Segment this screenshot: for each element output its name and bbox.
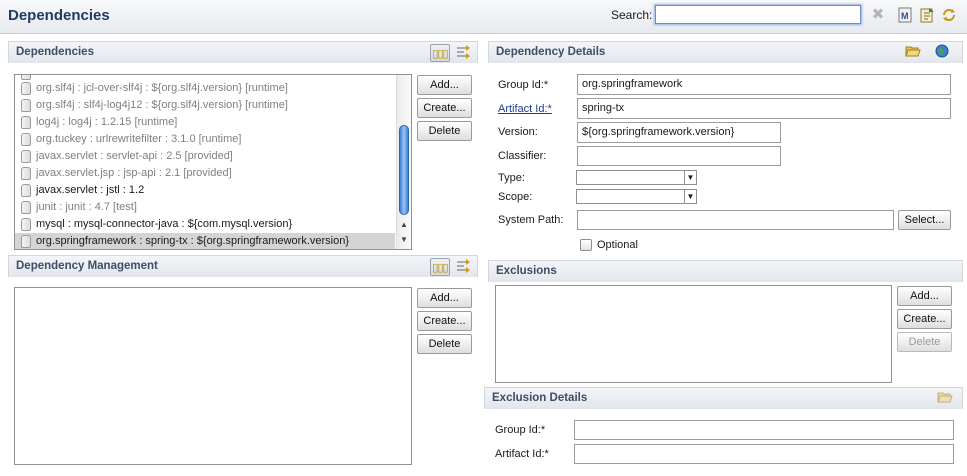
svg-text:M: M [901,11,909,21]
exclusion-group-id-field[interactable] [574,420,954,440]
dependencies-delete-button[interactable]: Delete [417,121,472,141]
exclusions-add-button[interactable]: Add... [897,286,952,306]
scope-label: Scope: [498,191,533,203]
list-item-label: org.slf4j : jcl-over-slf4j : ${org.slf4j… [36,82,288,94]
version-label: Version: [498,126,538,138]
version-field[interactable]: ${org.springframework.version} [577,122,781,143]
artifact-id-link[interactable]: Artifact Id:* [498,103,552,115]
dependencies-section-title: Dependencies [16,46,94,58]
list-item[interactable]: log4j : log4j : 1.2.15 [runtime] [15,114,395,131]
list-item[interactable]: javax.servlet.jsp : jsp-api : 2.1 [provi… [15,165,395,182]
list-item-label: org.springframework : spring-tx : ${org.… [36,235,350,247]
list-item-label: org.tuckey : urlrewritefilter : 3.1.0 [r… [36,133,242,145]
jar-icon [21,201,31,214]
jar-icon [21,184,31,197]
list-item-selected[interactable]: org.springframework : spring-tx : ${org.… [15,233,395,249]
scrollbar-thumb[interactable] [399,125,409,215]
exclusions-section-title: Exclusions [496,265,557,277]
dependency-management-section-title: Dependency Management [16,260,158,272]
list-item-label: log4j : log4j : 1.2.15 [runtime] [36,116,178,128]
optional-checkbox[interactable] [580,239,592,251]
open-folder-icon[interactable] [903,44,923,62]
list-item[interactable]: org.slf4j : slf4j-log4j12 : ${org.slf4j.… [15,97,395,114]
jar-icon [21,167,31,180]
list-item-label: javax.servlet : servlet-api : 2.5 [provi… [36,150,233,162]
show-groupid-toggle-icon[interactable]: ▯▯▯ [430,258,450,276]
jar-icon [21,133,31,146]
chevron-down-icon: ▼ [684,171,696,184]
dependencies-section-header: Dependencies ▯▯▯ [8,41,478,63]
sort-filter-icon[interactable] [453,258,473,276]
refresh-pom-icon[interactable] [919,7,935,23]
search-input[interactable] [655,5,861,24]
jar-icon [21,116,31,129]
scroll-down-arrow-icon[interactable]: ▼ [399,235,409,244]
list-item-label: javax.servlet : jstl : 1.2 [36,184,145,196]
list-item[interactable]: org.tuckey : urlrewritefilter : 3.1.0 [r… [15,131,395,148]
pom-icon[interactable]: M [897,7,913,23]
list-item[interactable]: javax.servlet : servlet-api : 2.5 [provi… [15,148,395,165]
dependencies-create-button[interactable]: Create... [417,98,472,118]
jar-icon [21,99,31,112]
type-label: Type: [498,172,525,184]
exclusions-delete-button: Delete [897,332,952,352]
jar-icon [21,150,31,163]
clear-icon[interactable]: ✖ [870,7,886,23]
dependency-details-section-header: Dependency Details [488,41,963,63]
select-system-path-button[interactable]: Select... [898,210,951,230]
open-folder-icon[interactable] [935,390,955,408]
scope-select[interactable]: ▼ [576,189,697,204]
search-label: Search: [611,8,653,22]
dependency-details-section-title: Dependency Details [496,46,606,58]
exclusions-create-button[interactable]: Create... [897,309,952,329]
sort-filter-icon[interactable] [453,44,473,62]
list-item-label: org.slf4j : slf4j-log4j12 : ${org.slf4j.… [36,99,288,111]
jar-icon [21,218,31,231]
list-item-label: junit : junit : 4.7 [test] [36,201,137,213]
artifact-id-field[interactable]: spring-tx [577,98,951,119]
exclusion-artifact-id-label: Artifact Id:* [495,448,549,460]
list-item-label: mysql : mysql-connector-java : ${com.mys… [36,218,293,230]
dependency-management-create-button[interactable]: Create... [417,311,472,331]
exclusion-artifact-id-field[interactable] [574,444,954,464]
optional-label: Optional [597,239,638,251]
list-item-label: javax.servlet.jsp : jsp-api : 2.1 [provi… [36,167,232,179]
exclusions-section-header: Exclusions [488,260,963,282]
jar-icon [21,235,31,248]
exclusions-list[interactable] [495,285,892,383]
classifier-field[interactable] [577,146,781,166]
dependency-management-section-header: Dependency Management ▯▯▯ [8,255,478,277]
list-item[interactable]: javax.servlet : jstl : 1.2 [15,182,395,199]
dependency-management-list[interactable] [14,287,412,465]
list-item[interactable]: junit : junit : 4.7 [test] [15,199,395,216]
scroll-up-arrow-icon[interactable]: ▲ [399,220,409,229]
type-select[interactable]: ▼ [576,170,697,185]
exclusion-details-section-header: Exclusion Details [484,387,963,409]
group-id-field[interactable]: org.springframework [577,74,951,95]
list-item[interactable]: mysql : mysql-connector-java : ${com.mys… [15,216,395,233]
dependencies-scrollbar[interactable]: ▲ ▼ [396,75,411,249]
system-path-label: System Path: [498,214,564,226]
chevron-down-icon: ▼ [684,190,696,203]
list-item[interactable]: org.slf4j : jcl-over-slf4j : ${org.slf4j… [15,80,395,97]
dependencies-list[interactable]: org.slf4j : jcl-over-slf4j : ${org.slf4j… [14,74,412,250]
group-id-label: Group Id:* [498,79,549,91]
dependencies-add-button[interactable]: Add... [417,75,472,95]
dependency-management-delete-button[interactable]: Delete [417,334,472,354]
system-path-field[interactable] [577,210,894,230]
sync-icon[interactable] [941,7,957,23]
dependency-management-add-button[interactable]: Add... [417,288,472,308]
page-title: Dependencies [8,7,110,24]
exclusion-details-section-title: Exclusion Details [492,392,588,404]
web-globe-icon[interactable] [932,44,952,62]
jar-icon [21,82,31,95]
exclusion-group-id-label: Group Id:* [495,424,546,436]
classifier-label: Classifier: [498,150,547,162]
show-groupid-toggle-icon[interactable]: ▯▯▯ [430,44,450,62]
